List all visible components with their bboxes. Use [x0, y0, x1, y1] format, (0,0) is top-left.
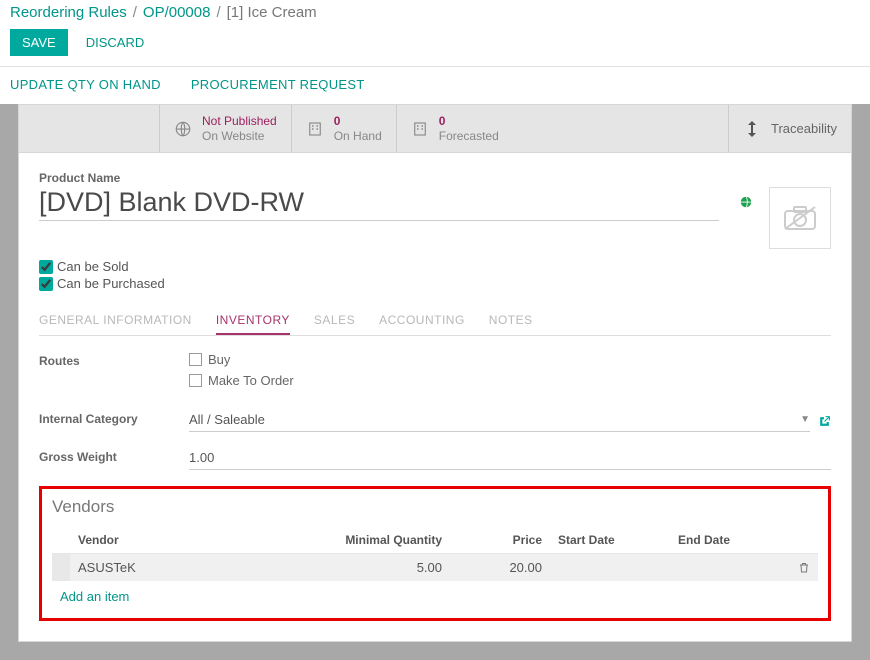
cell-end[interactable] — [670, 554, 790, 582]
tab-bar: GENERAL INFORMATION INVENTORY SALES ACCO… — [39, 305, 831, 336]
vendors-section: Vendors Vendor Minimal Quantity Price St… — [39, 486, 831, 621]
stat-bar: Not Published On Website 0 On Hand 0 For… — [18, 104, 852, 152]
save-button[interactable]: SAVE — [10, 29, 68, 56]
cell-price[interactable]: 20.00 — [450, 554, 550, 582]
tab-inventory[interactable]: INVENTORY — [216, 305, 290, 335]
route-buy-checkbox[interactable] — [189, 353, 202, 366]
stat-forecast-label: Forecasted — [439, 129, 499, 143]
routes-label: Routes — [39, 352, 189, 368]
form-container: Not Published On Website 0 On Hand 0 For… — [0, 104, 870, 660]
stat-publish-l2: On Website — [202, 129, 277, 143]
can-be-sold-checkbox[interactable] — [39, 260, 53, 274]
breadcrumb: Reordering Rules / OP/00008 / [1] Ice Cr… — [0, 0, 870, 23]
building-icon — [411, 120, 429, 138]
can-be-purchased-label: Can be Purchased — [57, 276, 165, 291]
form-body: Routes Buy Make To Order Internal Catego… — [39, 352, 831, 470]
col-price[interactable]: Price — [450, 527, 550, 554]
stat-trace-label: Traceability — [771, 121, 837, 136]
category-value: All / Saleable — [189, 412, 265, 427]
action-bar: SAVE DISCARD — [0, 23, 870, 66]
col-end[interactable]: End Date — [670, 527, 790, 554]
tab-general[interactable]: GENERAL INFORMATION — [39, 305, 192, 335]
route-mto-label: Make To Order — [208, 373, 294, 388]
drag-handle-icon[interactable] — [52, 554, 70, 582]
update-qty-button[interactable]: UPDATE QTY ON HAND — [10, 77, 161, 92]
check-group: Can be Sold Can be Purchased — [39, 259, 831, 291]
route-mto-checkbox[interactable] — [189, 374, 202, 387]
arrows-icon — [743, 120, 761, 138]
dropdown-caret-icon: ▼ — [800, 414, 810, 425]
stat-publish[interactable]: Not Published On Website — [159, 105, 291, 152]
vendors-title: Vendors — [52, 497, 818, 517]
weight-label: Gross Weight — [39, 448, 189, 464]
sub-action-bar: UPDATE QTY ON HAND PROCUREMENT REQUEST — [0, 67, 870, 104]
vendors-table: Vendor Minimal Quantity Price Start Date… — [52, 527, 818, 581]
tab-accounting[interactable]: ACCOUNTING — [379, 305, 465, 335]
can-be-purchased-checkbox[interactable] — [39, 277, 53, 291]
cell-vendor[interactable]: ASUSTeK — [70, 554, 310, 582]
breadcrumb-mid[interactable]: OP/00008 — [143, 4, 211, 21]
col-trash — [790, 527, 818, 554]
add-item-link[interactable]: Add an item — [52, 589, 818, 604]
product-image-placeholder[interactable] — [769, 187, 831, 249]
breadcrumb-sep: / — [133, 4, 137, 21]
stat-traceability[interactable]: Traceability — [728, 105, 851, 152]
tab-notes[interactable]: NOTES — [489, 305, 533, 335]
tab-sales[interactable]: SALES — [314, 305, 355, 335]
category-label: Internal Category — [39, 410, 189, 426]
form-panel: Product Name [DVD] Blank DVD-RW Can be S… — [18, 152, 852, 642]
stat-publish-l1: Not Published — [202, 114, 277, 128]
product-header: Product Name [DVD] Blank DVD-RW — [39, 171, 831, 249]
stat-forecast-val: 0 — [439, 114, 499, 128]
product-name-label: Product Name — [39, 171, 831, 185]
stat-onhand-val: 0 — [334, 114, 382, 128]
stat-spacer — [19, 105, 159, 152]
breadcrumb-record: [1] Ice Cream — [227, 4, 317, 21]
cell-minq[interactable]: 5.00 — [310, 554, 450, 582]
breadcrumb-sep: / — [216, 4, 220, 21]
col-start[interactable]: Start Date — [550, 527, 670, 554]
col-handle — [52, 527, 70, 554]
weight-input[interactable]: 1.00 — [189, 448, 831, 470]
discard-button[interactable]: DISCARD — [86, 35, 145, 50]
col-minq[interactable]: Minimal Quantity — [310, 527, 450, 554]
route-buy-label: Buy — [208, 352, 230, 367]
stat-onhand-label: On Hand — [334, 129, 382, 143]
stat-forecast[interactable]: 0 Forecasted — [396, 105, 513, 152]
product-name-input[interactable]: [DVD] Blank DVD-RW — [39, 187, 719, 221]
col-vendor[interactable]: Vendor — [70, 527, 310, 554]
delete-row-icon[interactable] — [790, 554, 818, 582]
breadcrumb-root[interactable]: Reordering Rules — [10, 4, 127, 21]
procurement-button[interactable]: PROCUREMENT REQUEST — [191, 77, 365, 92]
category-select[interactable]: All / Saleable ▼ — [189, 410, 810, 432]
stat-onhand[interactable]: 0 On Hand — [291, 105, 396, 152]
cell-start[interactable] — [550, 554, 670, 582]
can-be-sold-label: Can be Sold — [57, 259, 129, 274]
table-row[interactable]: ASUSTeK 5.00 20.00 — [52, 554, 818, 582]
building-icon — [306, 120, 324, 138]
website-globe-icon[interactable] — [739, 195, 753, 209]
category-external-link-icon[interactable] — [818, 415, 831, 428]
globe-icon — [174, 120, 192, 138]
